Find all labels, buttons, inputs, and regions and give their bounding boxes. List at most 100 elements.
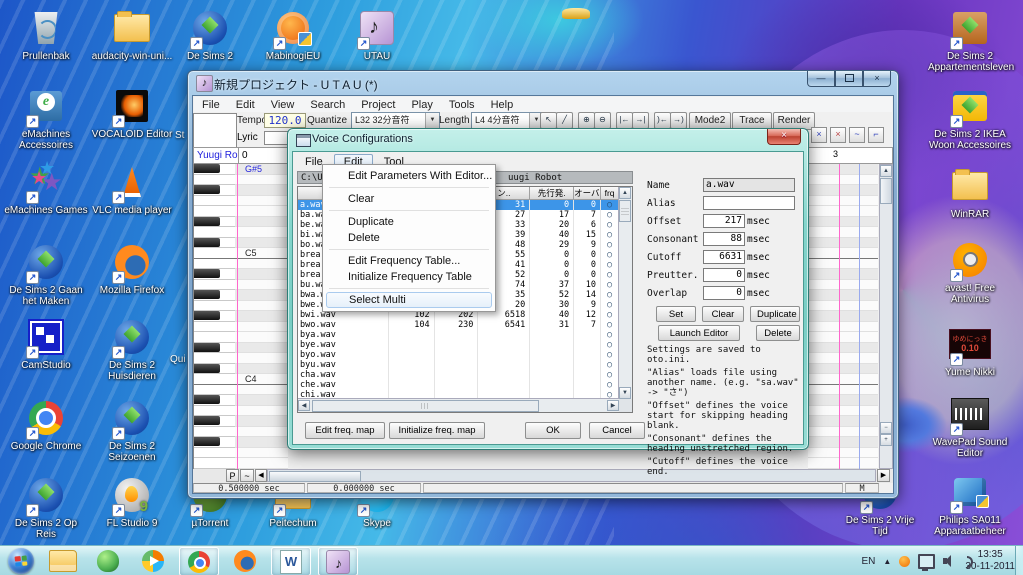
voice-config-dialog[interactable]: Voice Configurations × FileEditTool C:\U… bbox=[287, 128, 809, 450]
table-row[interactable]: cha.wav○ bbox=[298, 370, 619, 380]
zoom-in-icon[interactable]: ⊕ bbox=[578, 112, 595, 129]
next-note-icon[interactable]: →) bbox=[670, 112, 687, 129]
black-key[interactable] bbox=[194, 238, 220, 247]
quantize-select[interactable]: L32 32分音符 ▼ bbox=[351, 112, 440, 129]
pitch-tool-3-icon[interactable]: ~ bbox=[849, 127, 865, 143]
black-key[interactable] bbox=[194, 290, 220, 299]
cutoff-input[interactable]: 6631 bbox=[703, 250, 745, 264]
piano-white-key-row[interactable] bbox=[194, 259, 236, 270]
desktop-icon-de-sims-2-gaan-het-maken[interactable]: ↗De Sims 2 Gaan het Maken bbox=[4, 240, 88, 307]
scroll-up-icon[interactable]: ▲ bbox=[619, 187, 631, 199]
dialog-titlebar[interactable]: Voice Configurations × bbox=[288, 129, 808, 153]
scrollbar-thumb[interactable] bbox=[312, 400, 539, 412]
start-button[interactable] bbox=[8, 548, 34, 574]
menu-item-clear[interactable]: Clear bbox=[326, 191, 492, 207]
piano-black-key-row[interactable] bbox=[194, 185, 236, 196]
black-key[interactable] bbox=[194, 217, 220, 226]
desktop-icon-camstudio[interactable]: ↗CamStudio bbox=[4, 315, 88, 371]
piano-black-key-row[interactable] bbox=[194, 311, 236, 322]
piano-white-key-row[interactable] bbox=[194, 175, 236, 186]
launch-editor-button[interactable]: Launch Editor bbox=[658, 325, 740, 341]
desktop-icon-philips-sa011-apparaatbeheer[interactable]: ↗Philips SA011 Apparaatbeheer bbox=[928, 470, 1012, 537]
black-key[interactable] bbox=[194, 269, 220, 278]
menu-item-edit-parameters-with-editor[interactable]: Edit Parameters With Editor... bbox=[326, 168, 492, 184]
desktop-icon-google-chrome[interactable]: ↗Google Chrome bbox=[4, 396, 88, 452]
utau-menu-play[interactable]: Play bbox=[403, 99, 440, 111]
piano-white-key-row[interactable] bbox=[194, 353, 236, 364]
piano-black-key-row[interactable] bbox=[194, 437, 236, 448]
piano-white-key-row[interactable] bbox=[194, 406, 236, 417]
pitch-tilde-button[interactable]: ~ bbox=[240, 469, 254, 482]
black-key[interactable] bbox=[194, 185, 220, 194]
utau-menu-edit[interactable]: Edit bbox=[228, 99, 263, 111]
menu-item-initialize-frequency-table[interactable]: Initialize Frequency Table bbox=[326, 269, 492, 285]
piano-white-key-row[interactable] bbox=[194, 301, 236, 312]
piano-roll-grid-right[interactable] bbox=[808, 164, 878, 469]
pitch-tool-1-icon[interactable]: × bbox=[811, 127, 827, 143]
utau-menu-view[interactable]: View bbox=[263, 99, 303, 111]
tempo-input[interactable]: 120.0 bbox=[264, 113, 306, 128]
piano-black-key-row[interactable] bbox=[194, 395, 236, 406]
black-key[interactable] bbox=[194, 416, 220, 425]
desktop-icon-emachines-accessoires[interactable]: ↗eMachines Accessoires bbox=[4, 84, 88, 151]
volume-icon[interactable] bbox=[943, 555, 957, 567]
cancel-button[interactable]: Cancel bbox=[589, 422, 645, 439]
column-header-item[interactable]: 先行発. bbox=[530, 187, 574, 200]
table-horizontal-scrollbar[interactable]: ◀ ▶ bbox=[298, 398, 619, 412]
scrollbar-thumb[interactable] bbox=[269, 471, 361, 482]
piano-roll-grid-left[interactable]: G#5C5C4 bbox=[235, 164, 288, 469]
name-input[interactable]: a.wav bbox=[703, 178, 795, 192]
pitch-tool-4-icon[interactable]: ⌐ bbox=[868, 127, 884, 143]
piano-white-key-row[interactable] bbox=[194, 280, 236, 291]
black-key[interactable] bbox=[194, 437, 220, 446]
menu-item-delete[interactable]: Delete bbox=[326, 230, 492, 246]
edit-freq-map-button[interactable]: Edit freq. map bbox=[305, 422, 385, 439]
minimize-button[interactable]: — bbox=[807, 71, 835, 87]
track-name[interactable]: Yuugi Robot bbox=[193, 147, 241, 164]
utau-menu-search[interactable]: Search bbox=[302, 99, 353, 111]
piano-black-key-row[interactable] bbox=[194, 164, 236, 175]
desktop-icon-de-sims-2-ikea-woon-accessoires[interactable]: ↗De Sims 2 IKEA Woon Accessoires bbox=[928, 84, 1012, 151]
desktop-icon-de-sims-2[interactable]: ↗De Sims 2 bbox=[168, 6, 252, 62]
desktop-icon-audacity-win-uni[interactable]: audacity-win-uni... bbox=[90, 6, 174, 62]
desktop-icon-de-sims-2-huisdieren[interactable]: ↗De Sims 2 Huisdieren bbox=[90, 315, 174, 382]
set-button[interactable]: Set bbox=[656, 306, 696, 322]
desktop-icon-utau[interactable]: ↗UTAU bbox=[335, 6, 419, 62]
alias-input[interactable] bbox=[703, 196, 795, 210]
zoom-out-icon[interactable]: ⊖ bbox=[594, 112, 611, 129]
pen-tool-icon[interactable]: ╱ bbox=[556, 112, 573, 129]
piano-white-key-row[interactable] bbox=[194, 206, 236, 217]
taskbar-button-firefox[interactable] bbox=[226, 547, 264, 574]
network-icon[interactable] bbox=[918, 554, 935, 569]
table-row[interactable]: byo.wav○ bbox=[298, 350, 619, 360]
utau-menu-project[interactable]: Project bbox=[353, 99, 403, 111]
black-key[interactable] bbox=[194, 395, 220, 404]
taskbar-button-explorer[interactable] bbox=[44, 547, 82, 574]
table-row[interactable]: bya.wav○ bbox=[298, 330, 619, 340]
scroll-down-icon[interactable]: ▼ bbox=[619, 387, 631, 399]
show-desktop-button[interactable] bbox=[1015, 546, 1023, 575]
menu-item-select-multi[interactable]: Select Multi bbox=[326, 292, 492, 308]
delete-button[interactable]: Delete bbox=[756, 325, 800, 341]
piano-white-key-row[interactable] bbox=[194, 448, 236, 459]
piano-white-key-row[interactable] bbox=[194, 332, 236, 343]
menu-item-duplicate[interactable]: Duplicate bbox=[326, 214, 492, 230]
table-row[interactable]: che.wav○ bbox=[298, 380, 619, 390]
desktop-icon-de-sims-2-appartementsleven[interactable]: ↗De Sims 2 Appartementsleven bbox=[928, 6, 1012, 73]
piano-white-key-row[interactable] bbox=[194, 322, 236, 333]
scroll-up-icon[interactable]: ▲ bbox=[880, 165, 892, 177]
black-key[interactable] bbox=[194, 311, 220, 320]
scroll-left-icon[interactable]: ◀ bbox=[298, 400, 310, 411]
scroll-right-icon[interactable]: ▶ bbox=[607, 400, 619, 411]
offset-input[interactable]: 217 bbox=[703, 214, 745, 228]
length-select[interactable]: L4 4分音符 ▼ bbox=[471, 112, 544, 129]
black-key[interactable] bbox=[194, 164, 220, 173]
taskbar-button-chrome[interactable] bbox=[179, 547, 219, 575]
desktop-icon-winrar[interactable]: WinRAR bbox=[928, 164, 1012, 220]
initialize-freq-map-button[interactable]: Initialize freq. map bbox=[389, 422, 485, 439]
zoom-plus-button[interactable]: + bbox=[880, 434, 892, 446]
table-row[interactable]: bye.wav○ bbox=[298, 340, 619, 350]
desktop-icon-de-sims-2-seizoenen[interactable]: ↗De Sims 2 Seizoenen bbox=[90, 396, 174, 463]
desktop-icon-mozilla-firefox[interactable]: ↗Mozilla Firefox bbox=[90, 240, 174, 296]
tray-chevron-icon[interactable]: ▲ bbox=[883, 557, 891, 566]
